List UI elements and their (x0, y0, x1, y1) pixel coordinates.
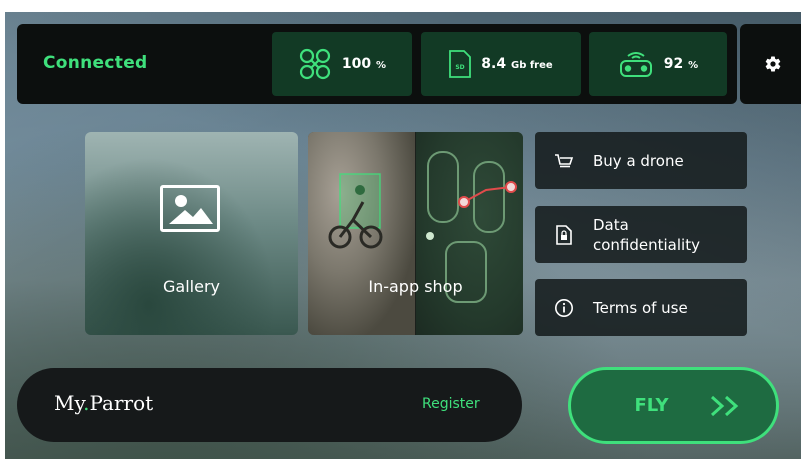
buy-drone-label: Buy a drone (593, 151, 684, 170)
sd-storage-unit: Gb free (510, 60, 553, 71)
controller-icon (619, 52, 652, 77)
controller-battery-value: 92 (663, 56, 684, 72)
myparrot-bar: My.Parrot Register (17, 368, 522, 442)
controller-battery-indicator: 92 % (589, 32, 727, 96)
controller-battery-unit: % (688, 60, 699, 71)
shop-tile[interactable]: In-app shop (308, 132, 523, 335)
shop-image-map (416, 132, 523, 335)
shop-label: In-app shop (368, 277, 463, 296)
buy-drone-button[interactable]: Buy a drone (535, 132, 747, 189)
terms-of-use-button[interactable]: Terms of use (535, 279, 747, 336)
info-icon (535, 298, 593, 318)
data-confidentiality-button[interactable]: Data confidentiality (535, 206, 747, 263)
fly-button[interactable]: FLY (568, 367, 779, 444)
home-screen: Connected 100 % SD 8.4 Gb free 92 % Gall… (5, 12, 801, 459)
sd-card-icon-text: SD (456, 64, 465, 71)
fly-label: FLY (634, 395, 669, 416)
shop-image-cyclist (308, 132, 415, 335)
drone-icon (299, 48, 331, 80)
gallery-label: Gallery (163, 277, 220, 296)
top-status-bar: Connected 100 % SD 8.4 Gb free 92 % (17, 24, 737, 104)
drone-battery-unit: % (376, 60, 387, 71)
drone-battery-value: 100 (341, 56, 372, 72)
sd-card-icon: SD (449, 50, 472, 78)
myparrot-logo: My.Parrot (54, 391, 154, 415)
sd-storage-indicator: SD 8.4 Gb free (421, 32, 581, 96)
gear-icon (765, 56, 781, 72)
settings-button[interactable] (740, 24, 801, 104)
drone-battery-indicator: 100 % (272, 32, 412, 96)
gallery-tile[interactable]: Gallery (85, 132, 298, 335)
data-confidentiality-label: Data confidentiality (593, 215, 700, 254)
sd-storage-value: 8.4 (481, 56, 507, 72)
image-icon (160, 185, 220, 232)
double-chevron-right-icon (710, 395, 738, 416)
cart-icon (535, 153, 593, 169)
register-link[interactable]: Register (422, 396, 480, 412)
terms-of-use-label: Terms of use (593, 298, 688, 317)
connection-status: Connected (43, 53, 148, 73)
document-lock-icon (535, 224, 593, 245)
